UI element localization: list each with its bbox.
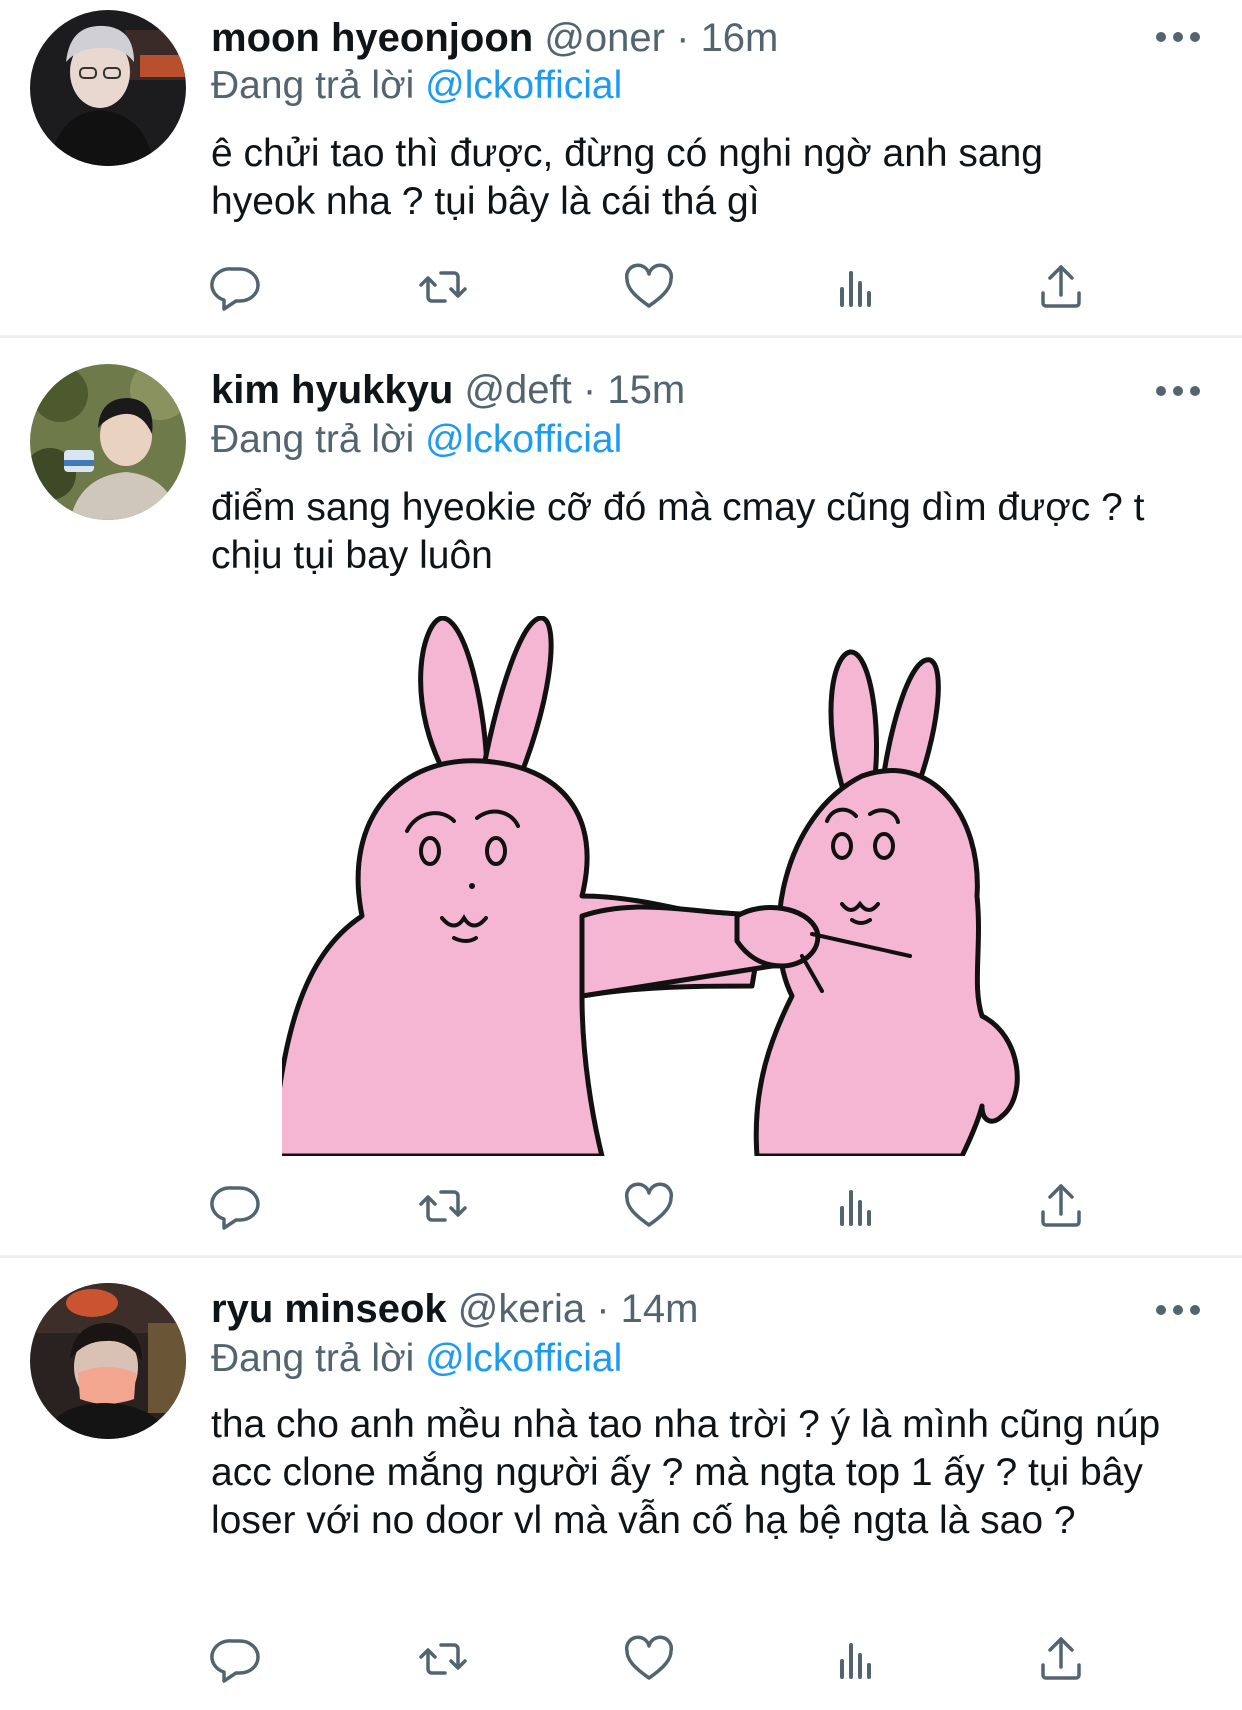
reply-icon[interactable]	[208, 1178, 264, 1234]
reply-mention[interactable]: @lckofficial	[425, 1337, 622, 1380]
author-name[interactable]: moon hyeonjoon	[211, 16, 533, 60]
views-icon[interactable]	[828, 259, 884, 315]
tweet[interactable]: kim hyukkyu @deft · 15m Đang trả lời @lc…	[0, 339, 1242, 1258]
retweet-icon[interactable]	[415, 1631, 471, 1687]
tweet-text: tha cho anh mều nhà tao nha trời ? ý là …	[211, 1403, 1161, 1542]
tweet[interactable]: moon hyeonjoon @oner · 16m Đang trả lời …	[0, 0, 1242, 338]
tweet-text: ê chửi tao thì được, đừng có nghi ngờ an…	[211, 132, 1043, 223]
reply-icon[interactable]	[208, 1631, 264, 1687]
share-icon[interactable]	[1033, 1178, 1089, 1234]
retweet-icon[interactable]	[415, 259, 471, 315]
reply-prefix: Đang trả lời	[211, 418, 415, 461]
reply-prefix: Đang trả lời	[211, 1337, 415, 1380]
author-handle[interactable]: @oner	[544, 16, 665, 60]
like-icon[interactable]	[621, 259, 677, 315]
separator: ·	[582, 368, 597, 412]
like-icon[interactable]	[621, 1631, 677, 1687]
action-bar	[0, 1631, 1242, 1687]
reply-prefix: Đang trả lời	[211, 64, 415, 107]
author-handle[interactable]: @keria	[458, 1287, 585, 1331]
avatar[interactable]	[30, 10, 186, 166]
share-icon[interactable]	[1033, 259, 1089, 315]
tweet-header: moon hyeonjoon @oner · 16m	[211, 14, 778, 62]
tweet-header: kim hyukkyu @deft · 15m	[211, 366, 685, 414]
timestamp[interactable]: 16m	[701, 16, 779, 60]
more-icon[interactable]	[1156, 384, 1200, 398]
more-icon[interactable]	[1156, 1303, 1200, 1317]
action-bar	[0, 259, 1242, 315]
avatar[interactable]	[30, 1283, 186, 1439]
tweet[interactable]: ryu minseok @keria · 14m Đang trả lời @l…	[0, 1259, 1242, 1710]
reply-mention[interactable]: @lckofficial	[425, 418, 622, 461]
avatar[interactable]	[30, 364, 186, 520]
author-handle[interactable]: @deft	[464, 368, 571, 412]
views-icon[interactable]	[828, 1178, 884, 1234]
reply-context: Đang trả lời @lckofficial	[211, 62, 622, 110]
tweet-media-image[interactable]	[282, 616, 1090, 1156]
author-name[interactable]: kim hyukkyu	[211, 368, 453, 412]
reply-context: Đang trả lời @lckofficial	[211, 416, 622, 464]
author-name[interactable]: ryu minseok	[211, 1287, 447, 1331]
reply-mention[interactable]: @lckofficial	[425, 64, 622, 107]
separator: ·	[676, 16, 690, 60]
reply-context: Đang trả lời @lckofficial	[211, 1335, 622, 1383]
more-icon[interactable]	[1156, 30, 1200, 44]
timestamp[interactable]: 14m	[621, 1287, 699, 1331]
reply-icon[interactable]	[208, 259, 264, 315]
retweet-icon[interactable]	[415, 1178, 471, 1234]
tweet-text: điểm sang hyeokie cỡ đó mà cmay cũng dìm…	[211, 486, 1145, 577]
views-icon[interactable]	[828, 1631, 884, 1687]
like-icon[interactable]	[621, 1178, 677, 1234]
tweet-header: ryu minseok @keria · 14m	[211, 1285, 698, 1333]
timestamp[interactable]: 15m	[607, 368, 685, 412]
separator: ·	[596, 1287, 610, 1331]
share-icon[interactable]	[1033, 1631, 1089, 1687]
action-bar	[0, 1178, 1242, 1234]
